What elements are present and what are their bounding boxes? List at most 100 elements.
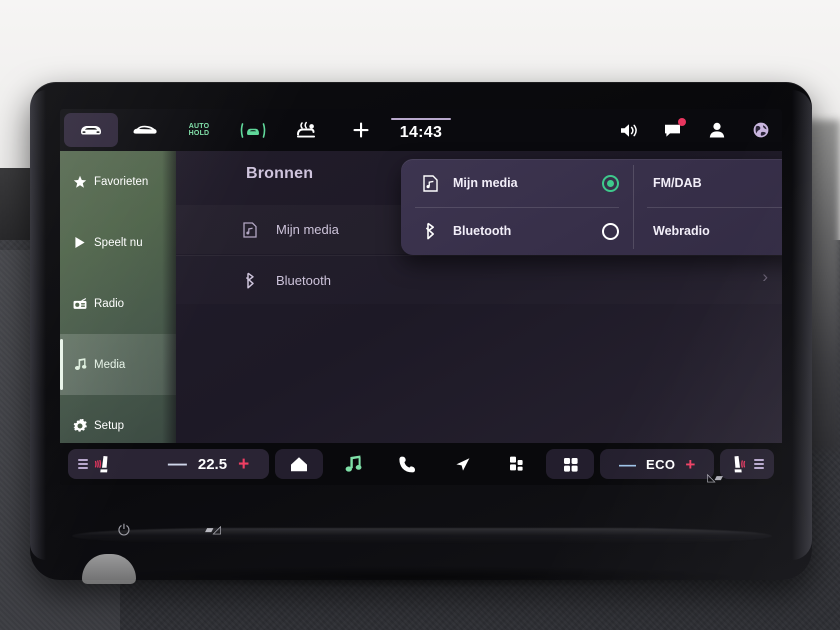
home-button[interactable] <box>275 449 324 479</box>
sidebar-item-label: Setup <box>94 419 125 432</box>
status-bar: AUTO HOLD 14:43 <box>60 109 782 151</box>
dropdown-option-webradio[interactable]: Webradio <box>633 207 782 255</box>
media-note-frame-icon <box>242 221 258 238</box>
unit-shadow <box>84 566 744 588</box>
temp-value-label: 22.5 <box>197 455 228 473</box>
music-note-icon <box>73 358 87 371</box>
car-side-glyph <box>133 125 157 134</box>
eco-control-pill[interactable]: — ECO + <box>600 449 715 479</box>
navigation-button[interactable] <box>438 449 486 479</box>
person-glyph <box>709 122 725 138</box>
dropdown-option-mijn-media[interactable]: Mijn media <box>401 159 633 207</box>
sidebar-item-favorieten[interactable]: Favorieten <box>60 151 176 212</box>
speaker-glyph <box>621 123 637 137</box>
seat-heating-right-icon <box>731 455 764 474</box>
dropdown-option-label: Mijn media <box>453 176 518 190</box>
dropdown-option-bluetooth[interactable]: Bluetooth <box>401 207 633 255</box>
eco-decrease-button[interactable]: — <box>619 456 636 473</box>
globe-glyph <box>753 122 769 138</box>
source-list-item-bluetooth[interactable]: Bluetooth <box>176 255 782 304</box>
infotainment-unit: AUTO HOLD 14:43 Favorieten Speelt nu Rad… <box>30 82 812 588</box>
home-icon <box>291 457 308 472</box>
temp-decrease-button[interactable]: — <box>168 455 187 474</box>
screen-body: Favorieten Speelt nu Radio Media Setup B… <box>60 151 782 443</box>
media-note-frame-icon <box>421 174 439 192</box>
lane-assist-icon[interactable] <box>226 113 280 147</box>
bottom-control-bar: — 22.5 + — ECO + <box>60 443 782 485</box>
apps-button[interactable] <box>492 449 540 479</box>
unit-left-edge-highlight <box>30 90 46 560</box>
tiles-icon <box>510 456 523 471</box>
sidebar-item-media[interactable]: Media <box>60 334 176 395</box>
play-icon <box>73 236 87 249</box>
climate-control-pill[interactable]: — 22.5 + <box>68 449 270 479</box>
unit-stand-foot <box>82 554 136 584</box>
unit-right-edge-highlight <box>792 90 812 560</box>
vehicle-side-icon[interactable] <box>118 113 172 147</box>
sidebar-item-label: Media <box>94 358 126 371</box>
sidebar-item-setup[interactable]: Setup <box>60 395 176 443</box>
seat-level-lines <box>78 459 88 469</box>
world-globe-icon[interactable] <box>746 115 776 145</box>
dropdown-option-fm-dab[interactable]: FM/DAB <box>633 159 782 207</box>
sidebar-item-speelt-nu[interactable]: Speelt nu <box>60 212 176 273</box>
dropdown-row-divider <box>415 207 619 208</box>
grid-icon <box>563 457 578 472</box>
defrost-glyph <box>297 121 315 138</box>
sidebar-item-radio[interactable]: Radio <box>60 273 176 334</box>
seat-heating-right-button[interactable] <box>720 449 774 479</box>
user-profile-icon[interactable] <box>702 115 732 145</box>
unit-bezel-trim <box>72 528 772 544</box>
radio-unselected-icon[interactable] <box>602 222 619 240</box>
dropdown-option-label: Bluetooth <box>453 224 512 238</box>
temperature-stepper[interactable]: — 22.5 + <box>168 455 249 474</box>
volume-speaker-icon[interactable] <box>614 115 644 145</box>
chevron-right-icon[interactable]: › <box>762 267 768 287</box>
bluetooth-icon <box>242 272 258 289</box>
windshield-defrost-icon[interactable] <box>280 113 334 147</box>
auto-hold-button[interactable]: AUTO HOLD <box>172 113 226 147</box>
status-bar-left-group: AUTO HOLD <box>60 113 388 147</box>
source-selector-dropdown[interactable]: Mijn media FM/DAB Bluetooth Webradio <box>401 159 782 255</box>
main-content-panel: Bronnen Mijn media Bluetooth › Mijn medi… <box>176 151 782 443</box>
phone-button[interactable] <box>384 449 432 479</box>
seat-glyph <box>734 455 745 472</box>
source-list-item-label: Mijn media <box>276 222 339 237</box>
sidebar-edge-shadow <box>162 151 176 443</box>
radio-selected-icon[interactable] <box>602 174 619 192</box>
clock-pulldown-area[interactable]: 14:43 <box>361 109 481 151</box>
sidebar-item-label: Radio <box>94 297 125 310</box>
bezel-slider-left-icon[interactable]: ▰◿ <box>205 523 221 536</box>
phone-icon <box>399 456 416 472</box>
seat-level-lines <box>753 459 764 469</box>
dropdown-row-divider <box>647 207 782 208</box>
car-front-glyph <box>81 125 101 134</box>
bluetooth-icon <box>421 222 439 240</box>
gear-icon <box>73 418 87 433</box>
auto-hold-label-line2: HOLD <box>188 130 210 137</box>
status-bar-right-group <box>614 109 776 151</box>
pulldown-handle[interactable] <box>391 118 451 120</box>
radio-icon <box>73 297 87 310</box>
temp-increase-button[interactable]: + <box>238 455 249 474</box>
sidebar: Favorieten Speelt nu Radio Media Setup <box>60 151 176 443</box>
media-button[interactable] <box>329 449 377 479</box>
music-note-icon <box>345 455 362 472</box>
sidebar-item-label: Speelt nu <box>94 236 143 249</box>
seat-glyph <box>94 455 108 472</box>
star-icon <box>73 175 87 189</box>
seat-heating-left-icon[interactable] <box>78 455 111 474</box>
source-list-item-label: Bluetooth <box>276 272 331 288</box>
dropdown-option-label: Webradio <box>653 224 710 238</box>
eco-increase-button[interactable]: + <box>685 456 695 473</box>
power-icon[interactable]: ⏻ <box>118 523 130 538</box>
all-apps-button[interactable] <box>546 449 595 479</box>
dropdown-option-label: FM/DAB <box>653 176 702 190</box>
messages-icon[interactable] <box>658 115 688 145</box>
vehicle-front-icon[interactable] <box>64 113 118 147</box>
bezel-slider-right-icon[interactable]: ◺▰ <box>707 471 723 484</box>
clock-label: 14:43 <box>399 124 443 141</box>
lane-assist-glyph <box>240 122 266 138</box>
sidebar-item-label: Favorieten <box>94 175 149 188</box>
touchscreen-display[interactable]: AUTO HOLD 14:43 Favorieten Speelt nu Rad… <box>60 109 782 485</box>
